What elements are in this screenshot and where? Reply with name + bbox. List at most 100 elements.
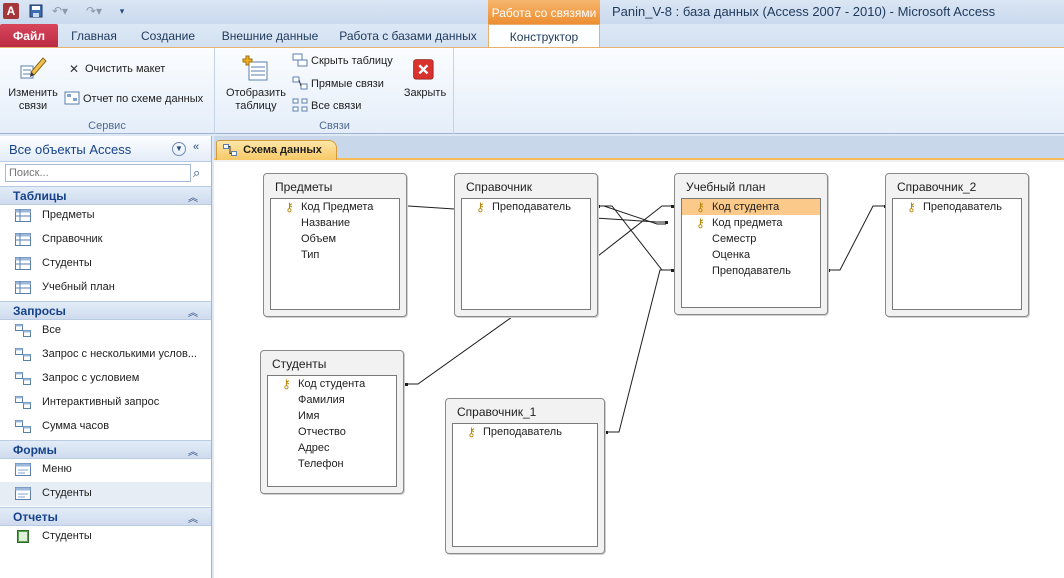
nav-item-table[interactable]: Учебный план xyxy=(0,276,211,300)
nav-section-forms[interactable]: Формы ︽ xyxy=(0,440,211,459)
nav-item-table[interactable]: Студенты xyxy=(0,252,211,276)
nav-item-label: Учебный план xyxy=(42,281,115,293)
table-window-students[interactable]: Студенты ⚷ Код студента Фамилия Имя Отчес… xyxy=(260,350,404,494)
relationship-report-button[interactable]: Отчет по схеме данных xyxy=(64,90,203,108)
nav-item-query[interactable]: Сумма часов xyxy=(0,415,211,439)
show-table-button[interactable]: Отобразить таблицу xyxy=(220,52,292,113)
tab-external-data[interactable]: Внешние данные xyxy=(212,24,328,48)
nav-item-query[interactable]: Запрос с условием xyxy=(0,367,211,391)
tab-home[interactable]: Главная xyxy=(62,24,126,48)
relationships-icon xyxy=(223,144,237,157)
field-list: ⚷ Код Предмета Название Объем Тип xyxy=(270,198,400,310)
field-item[interactable]: ⚷ Код Предмета xyxy=(271,199,399,215)
nav-item-label: Студенты xyxy=(42,257,92,269)
key-icon: ⚷ xyxy=(696,216,705,230)
tab-database-tools[interactable]: Работа с базами данных xyxy=(334,24,482,48)
nav-pane-header[interactable]: Все объекты Access ▼ « xyxy=(0,136,211,162)
table-window-title: Учебный план xyxy=(686,180,766,194)
field-item[interactable]: Семестр xyxy=(682,231,820,247)
nav-section-queries[interactable]: Запросы ︽ xyxy=(0,301,211,320)
redo-icon[interactable]: ↷▾ xyxy=(86,3,102,19)
ribbon: Изменить связи ✕ Очистить макет Отчет по … xyxy=(0,47,1064,134)
undo-icon[interactable]: ↶▾ xyxy=(52,3,68,19)
tab-create[interactable]: Создание xyxy=(132,24,204,48)
access-app-icon[interactable]: A xyxy=(3,3,19,19)
field-item[interactable]: Тип xyxy=(271,247,399,263)
field-label: Фамилия xyxy=(298,394,345,406)
chevron-down-icon[interactable]: ▼ xyxy=(172,142,186,156)
close-x-icon: ✕ xyxy=(68,62,80,77)
search-icon[interactable]: ⌕ xyxy=(193,165,200,181)
nav-section-tables[interactable]: Таблицы ︽ xyxy=(0,186,211,205)
table-window-title: Справочник xyxy=(466,180,532,194)
all-relations-icon xyxy=(292,98,308,114)
key-icon: ⚷ xyxy=(282,377,291,391)
field-item[interactable]: Фамилия xyxy=(268,392,396,408)
field-item[interactable]: Имя xyxy=(268,408,396,424)
nav-item-report[interactable]: Студенты xyxy=(0,525,211,549)
field-item[interactable]: Объем xyxy=(271,231,399,247)
close-button[interactable]: Закрыть xyxy=(400,58,450,100)
table-window-reference-2[interactable]: Справочник_2 ⚷ Преподаватель xyxy=(885,173,1029,317)
table-window-curriculum[interactable]: Учебный план ⚷ Код студента ⚷ Код предмета… xyxy=(674,173,828,315)
chevron-up-icon: ︽ xyxy=(188,514,198,525)
nav-section-label: Запросы xyxy=(13,304,66,318)
save-icon[interactable] xyxy=(28,3,44,19)
table-window-title: Предметы xyxy=(275,180,333,194)
field-list: ⚷ Преподаватель xyxy=(461,198,591,310)
relationship-line xyxy=(828,205,885,271)
document-tab-relationships[interactable]: Схема данных xyxy=(216,140,337,160)
field-item[interactable]: Отчество xyxy=(268,424,396,440)
nav-section-reports[interactable]: Отчеты ︽ xyxy=(0,507,211,526)
document-tabstrip: Схема данных xyxy=(214,136,1064,160)
field-item[interactable]: Оценка xyxy=(682,247,820,263)
field-item[interactable]: ⚷ Преподаватель xyxy=(453,424,597,440)
edit-relations-label: Изменить связи xyxy=(8,87,58,112)
nav-item-table[interactable]: Предметы xyxy=(0,204,211,228)
table-window-reference[interactable]: Справочник ⚷ Преподаватель xyxy=(454,173,598,317)
nav-item-query[interactable]: Запрос с несколькими услов... xyxy=(0,343,211,367)
shutter-collapse-icon[interactable]: « xyxy=(193,141,199,153)
field-item[interactable]: Название xyxy=(271,215,399,231)
field-item[interactable]: ⚷ Код студента xyxy=(268,376,396,392)
nav-item-label: Запрос с условием xyxy=(42,372,140,384)
tab-design[interactable]: Конструктор xyxy=(488,24,600,49)
relationship-line xyxy=(598,205,672,271)
nav-search-input[interactable] xyxy=(5,164,191,182)
edit-relations-button[interactable]: Изменить связи xyxy=(4,52,62,113)
clear-layout-label: Очистить макет xyxy=(85,63,166,75)
field-item-selected[interactable]: ⚷ Код студента xyxy=(682,199,820,215)
relationships-canvas[interactable]: Предметы ⚷ Код Предмета Название Объем Ти… xyxy=(214,162,1064,578)
field-item[interactable]: Телефон xyxy=(268,456,396,472)
table-window-reference-1[interactable]: Справочник_1 ⚷ Преподаватель xyxy=(445,398,605,554)
field-item[interactable]: ⚷ Преподаватель xyxy=(893,199,1021,215)
form-icon xyxy=(15,463,31,476)
edit-relations-icon xyxy=(20,57,47,79)
nav-item-query[interactable]: Все xyxy=(0,319,211,343)
direct-relations-button[interactable]: Прямые связи xyxy=(292,75,384,93)
nav-item-label: Студенты xyxy=(42,487,92,499)
field-item[interactable]: ⚷ Преподаватель xyxy=(462,199,590,215)
field-item[interactable]: ⚷ Код предмета xyxy=(682,215,820,231)
nav-item-table[interactable]: Справочник xyxy=(0,228,211,252)
nav-item-form[interactable]: Студенты xyxy=(0,482,211,506)
tab-file[interactable]: Файл xyxy=(0,24,58,48)
clear-layout-button[interactable]: ✕ Очистить макет xyxy=(66,60,165,78)
navigation-pane: Все объекты Access ▼ « ⌕ Таблицы ︽ Предм… xyxy=(0,136,212,578)
field-item[interactable]: Преподаватель xyxy=(682,263,820,279)
field-label: Телефон xyxy=(298,458,344,470)
query-icon xyxy=(15,420,31,433)
customize-qat-icon[interactable]: ▾ xyxy=(114,3,130,19)
nav-item-form[interactable]: Меню xyxy=(0,458,211,482)
nav-item-query[interactable]: Интерактивный запрос xyxy=(0,391,211,415)
field-label: Код студента xyxy=(298,378,366,390)
field-label: Преподаватель xyxy=(712,265,791,277)
relationship-line xyxy=(597,205,672,257)
nav-pane-title: Все объекты Access xyxy=(9,142,132,157)
table-icon xyxy=(15,257,31,270)
field-item[interactable]: Адрес xyxy=(268,440,396,456)
all-relations-button[interactable]: Все связи xyxy=(292,97,361,115)
table-window-subjects[interactable]: Предметы ⚷ Код Предмета Название Объем Ти… xyxy=(263,173,407,317)
table-icon xyxy=(15,209,31,222)
hide-table-button[interactable]: Скрыть таблицу xyxy=(292,52,393,70)
